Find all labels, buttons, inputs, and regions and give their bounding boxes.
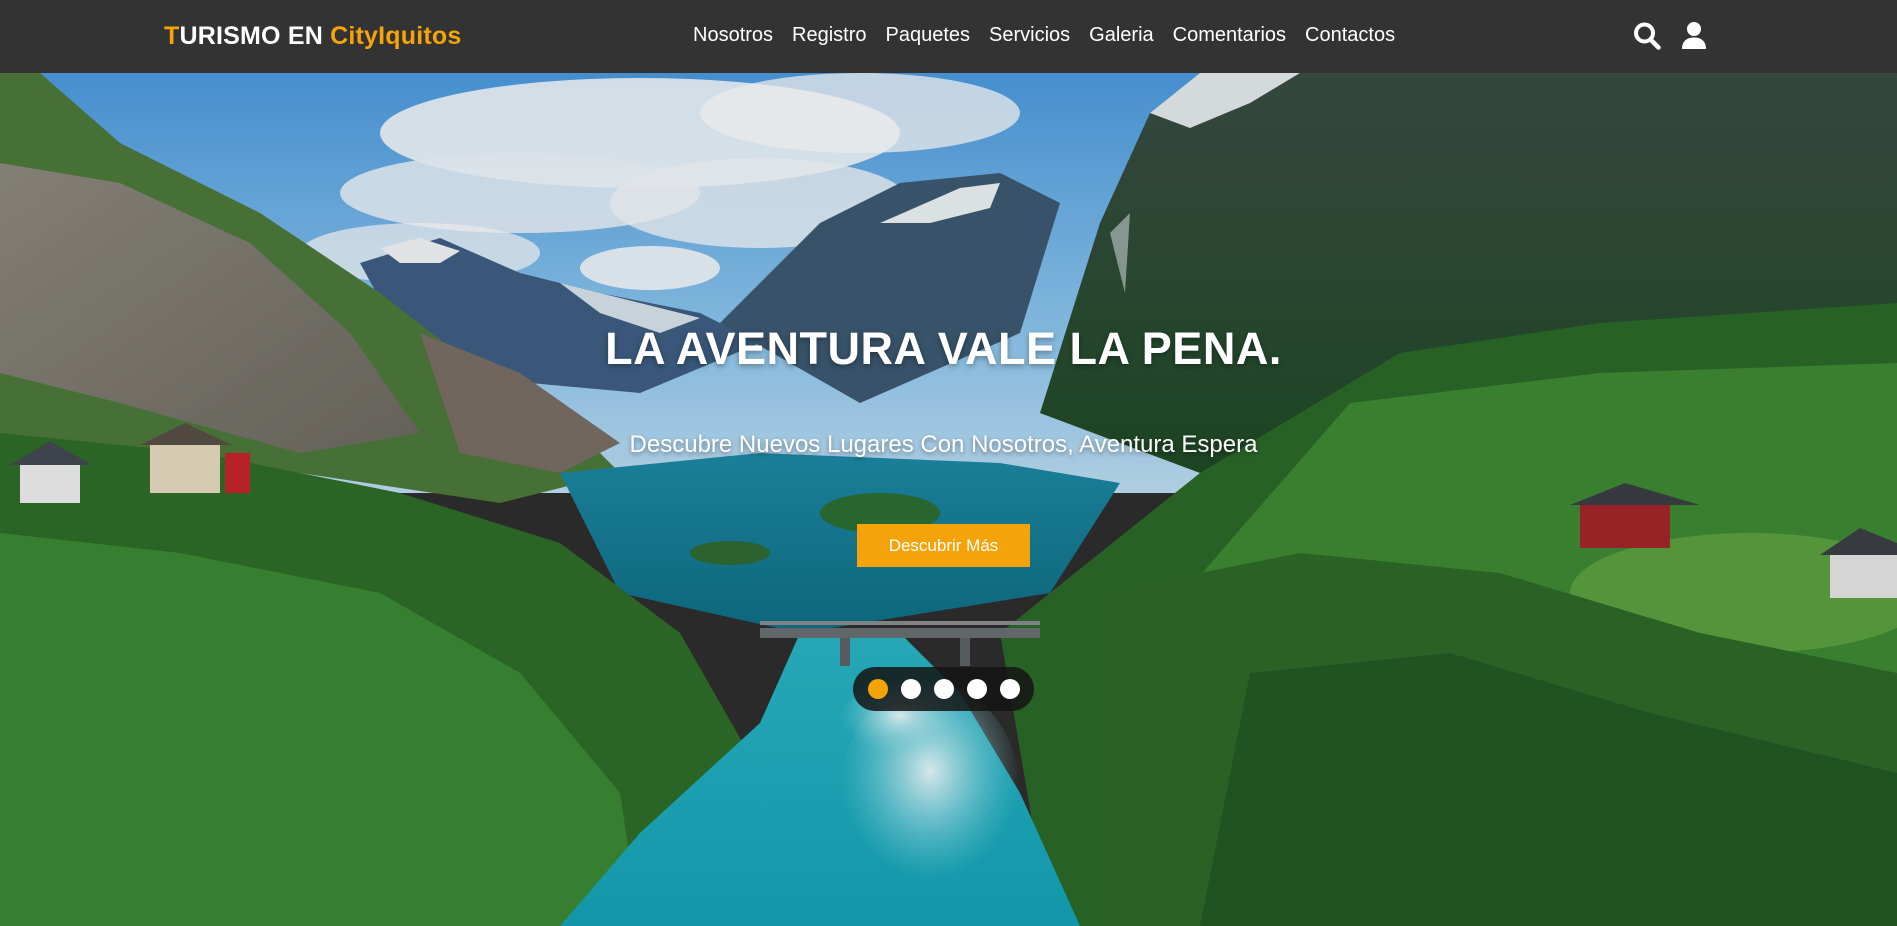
slider-dot-2[interactable] xyxy=(900,679,921,699)
user-icon[interactable] xyxy=(1679,20,1709,52)
site-header: TURISMO EN CityIquitos Nosotros Registro… xyxy=(0,0,1897,73)
slider-dot-5[interactable] xyxy=(999,679,1020,699)
nav-galeria[interactable]: Galeria xyxy=(1089,24,1153,47)
nav-paquetes[interactable]: Paquetes xyxy=(886,24,971,47)
hero-title: LA AVENTURA VALE LA PENA. xyxy=(605,323,1282,374)
discover-more-button[interactable]: Descubrir Más xyxy=(857,524,1030,567)
slider-dot-4[interactable] xyxy=(966,679,987,699)
nav-comentarios[interactable]: Comentarios xyxy=(1173,24,1286,47)
hero-subtitle: Descubre Nuevos Lugares Con Nosotros, Av… xyxy=(629,431,1258,458)
hero-section: LA AVENTURA VALE LA PENA. Descubre Nuevo… xyxy=(0,73,1897,926)
nav-nosotros[interactable]: Nosotros xyxy=(693,24,773,47)
nav-contactos[interactable]: Contactos xyxy=(1305,24,1395,47)
logo-letter: T xyxy=(164,22,180,50)
nav-registro[interactable]: Registro xyxy=(792,24,866,47)
logo-text: URISMO EN xyxy=(179,22,331,50)
nav-servicios[interactable]: Servicios xyxy=(989,24,1070,47)
slider-pagination xyxy=(853,667,1034,711)
site-logo[interactable]: TURISMO EN CityIquitos xyxy=(164,22,461,51)
slider-dot-1[interactable] xyxy=(867,679,888,699)
hero-background-image xyxy=(0,73,1897,926)
search-icon[interactable] xyxy=(1632,20,1662,52)
logo-city: CityIquitos xyxy=(330,22,462,50)
slider-dot-3[interactable] xyxy=(933,679,954,699)
main-nav: Nosotros Registro Paquetes Servicios Gal… xyxy=(693,24,1395,47)
